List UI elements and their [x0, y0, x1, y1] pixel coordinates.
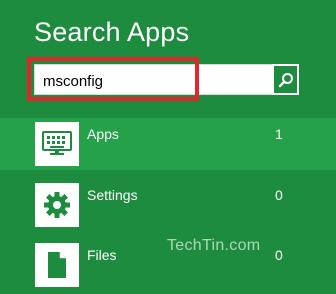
result-label: Apps — [87, 126, 119, 142]
result-label: Settings — [87, 187, 138, 203]
search-box[interactable] — [34, 64, 299, 95]
result-count: 0 — [275, 247, 283, 263]
result-icon-tile — [35, 122, 79, 166]
result-label: Files — [87, 247, 117, 263]
document-icon — [48, 252, 66, 278]
result-row-settings[interactable]: Settings 0 — [0, 179, 336, 231]
search-input[interactable] — [43, 71, 233, 91]
search-go-button[interactable] — [272, 64, 299, 95]
result-icon-tile — [35, 243, 79, 287]
result-count: 1 — [275, 126, 283, 142]
keyboard-monitor-icon — [42, 131, 72, 155]
watermark: TechTin.com — [167, 237, 261, 254]
search-icon — [278, 72, 293, 87]
page-title: Search Apps — [34, 17, 190, 47]
gear-icon — [44, 192, 70, 218]
result-icon-tile — [35, 183, 79, 227]
result-row-apps[interactable]: Apps 1 — [0, 118, 336, 170]
result-count: 0 — [275, 187, 283, 203]
